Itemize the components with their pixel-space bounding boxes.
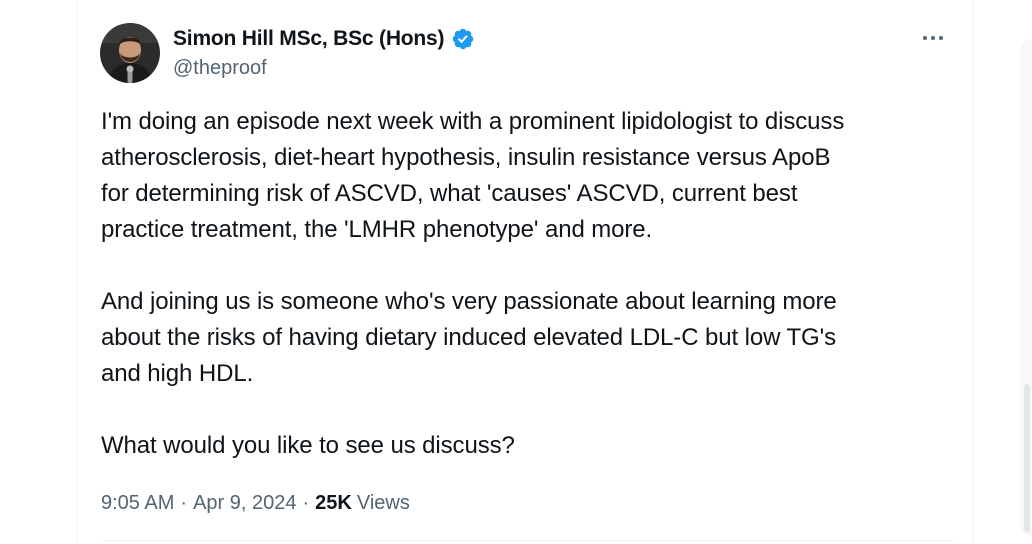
column-border-right: [973, 0, 974, 544]
tweet-time[interactable]: 9:05 AM: [101, 492, 174, 515]
scrollbar-thumb[interactable]: [1024, 384, 1030, 532]
tweet-date[interactable]: Apr 9, 2024: [193, 492, 296, 515]
tweet-detail-page: Simon Hill MSc, BSc (Hons) @theproof I'm…: [0, 0, 1032, 544]
tweet-paragraph: I'm doing an episode next week with a pr…: [101, 108, 845, 243]
tweet-meta: 9:05 AM · Apr 9, 2024 · 25K Views: [101, 488, 410, 518]
avatar[interactable]: [100, 23, 160, 83]
author-name-row: Simon Hill MSc, BSc (Hons): [173, 26, 475, 52]
author-display-name[interactable]: Simon Hill MSc, BSc (Hons): [173, 27, 445, 51]
tweet-paragraph: What would you like to see us discuss?: [101, 432, 515, 459]
column-border-left: [76, 0, 77, 544]
more-options-button[interactable]: [916, 26, 950, 50]
meta-separator: ·: [180, 491, 188, 514]
author-handle[interactable]: @theproof: [173, 57, 267, 80]
verified-badge-icon[interactable]: [451, 27, 475, 51]
meta-separator: ·: [302, 491, 310, 514]
more-options-icon: [923, 36, 943, 40]
tweet-text: I'm doing an episode next week with a pr…: [101, 104, 961, 464]
tweet-paragraph: And joining us is someone who's very pas…: [101, 288, 837, 387]
views-count: 25K: [315, 491, 352, 514]
views-label: Views: [356, 491, 410, 514]
avatar-image: [100, 23, 160, 83]
divider: [101, 540, 953, 541]
